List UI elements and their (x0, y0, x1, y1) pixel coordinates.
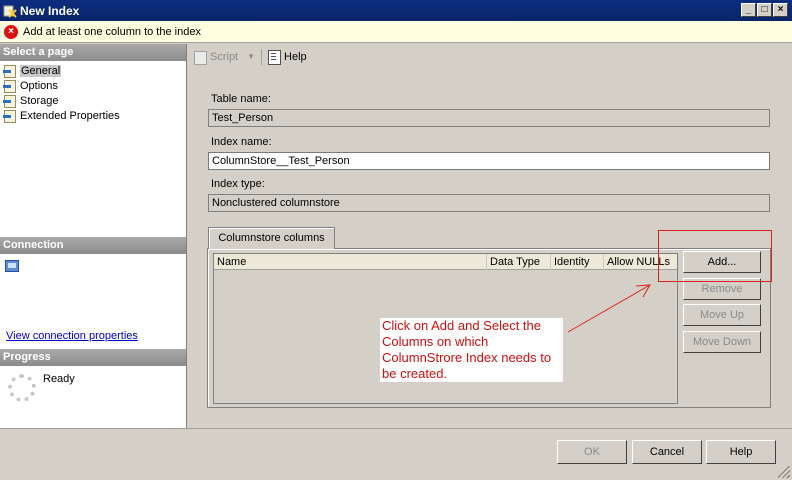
page-icon (3, 79, 17, 93)
page-icon (3, 64, 17, 78)
help-icon (268, 49, 282, 65)
script-icon (193, 50, 207, 65)
progress-area: Ready (0, 366, 186, 436)
help-dialog-button[interactable]: Help (706, 440, 776, 464)
table-name-label: Table name: (211, 93, 271, 105)
toolbar: Script ▼ Help (188, 44, 792, 69)
page-icon (3, 94, 17, 108)
error-bar: × Add at least one column to the index (0, 21, 792, 43)
page-item-label: General (20, 64, 62, 77)
help-button[interactable]: Help (266, 47, 309, 67)
view-connection-properties-link[interactable]: View connection properties (6, 330, 138, 342)
progress-header: Progress (0, 349, 186, 366)
new-index-icon (3, 4, 17, 18)
progress-spinner-icon (8, 374, 36, 402)
page-item-label: Options (20, 79, 58, 92)
ok-button[interactable]: OK (557, 440, 627, 464)
page-item-label: Storage (20, 94, 59, 107)
maximize-button[interactable]: □ (757, 3, 772, 17)
close-button[interactable]: × (773, 3, 788, 17)
help-label: Help (284, 50, 307, 63)
tab-columnstore-columns[interactable]: Columnstore columns (208, 227, 335, 249)
column-header-identity[interactable]: Identity (551, 254, 604, 270)
chevron-down-icon: ▼ (247, 52, 256, 61)
window-controls: _ □ × (741, 3, 788, 17)
minimize-button[interactable]: _ (741, 3, 756, 17)
error-icon: × (4, 24, 18, 39)
page-item-label: Extended Properties (20, 109, 120, 122)
move-down-button[interactable]: Move Down (683, 331, 761, 353)
toolbar-separator (261, 48, 263, 65)
select-page-header: Select a page (0, 44, 186, 61)
script-button[interactable]: Script ▼ (191, 47, 257, 67)
index-name-label: Index name: (211, 136, 272, 148)
main-panel: Script ▼ Help Table name: Test_Person In… (188, 44, 792, 428)
index-type-field: Nonclustered columnstore (208, 194, 770, 212)
script-label: Script (210, 50, 239, 63)
index-name-input[interactable]: ColumnStore__Test_Person (208, 152, 770, 170)
progress-status: Ready (43, 373, 75, 385)
index-type-label: Index type: (211, 178, 265, 190)
title-bar: New Index _ □ × (0, 0, 792, 21)
table-name-field: Test_Person (208, 109, 770, 127)
error-message: Add at least one column to the index (23, 25, 201, 38)
column-header-data-type[interactable]: Data Type (487, 254, 551, 270)
connection-header: Connection (0, 237, 186, 254)
server-connection-icon (5, 260, 19, 272)
page-item-storage[interactable]: Storage (3, 93, 186, 108)
move-up-button[interactable]: Move Up (683, 304, 761, 326)
page-list: General Options Storage Extended Propert… (0, 61, 186, 237)
left-panel: Select a page General Options Storage Ex… (0, 44, 187, 428)
cancel-button[interactable]: Cancel (632, 440, 702, 464)
connection-area: View connection properties (0, 254, 186, 349)
window-title: New Index (20, 3, 80, 18)
annotation-highlight-box (658, 230, 772, 282)
grid-header: Name Data Type Identity Allow NULLs (214, 254, 679, 270)
column-header-name[interactable]: Name (214, 254, 487, 270)
dialog-button-bar: OK Cancel Help (0, 428, 792, 480)
resize-grip-icon[interactable] (778, 466, 790, 478)
page-icon (3, 109, 17, 123)
page-item-options[interactable]: Options (3, 78, 186, 93)
annotation-note: Click on Add and Select the Columns on w… (380, 318, 563, 382)
page-item-extended-properties[interactable]: Extended Properties (3, 108, 186, 123)
page-item-general[interactable]: General (3, 63, 186, 78)
